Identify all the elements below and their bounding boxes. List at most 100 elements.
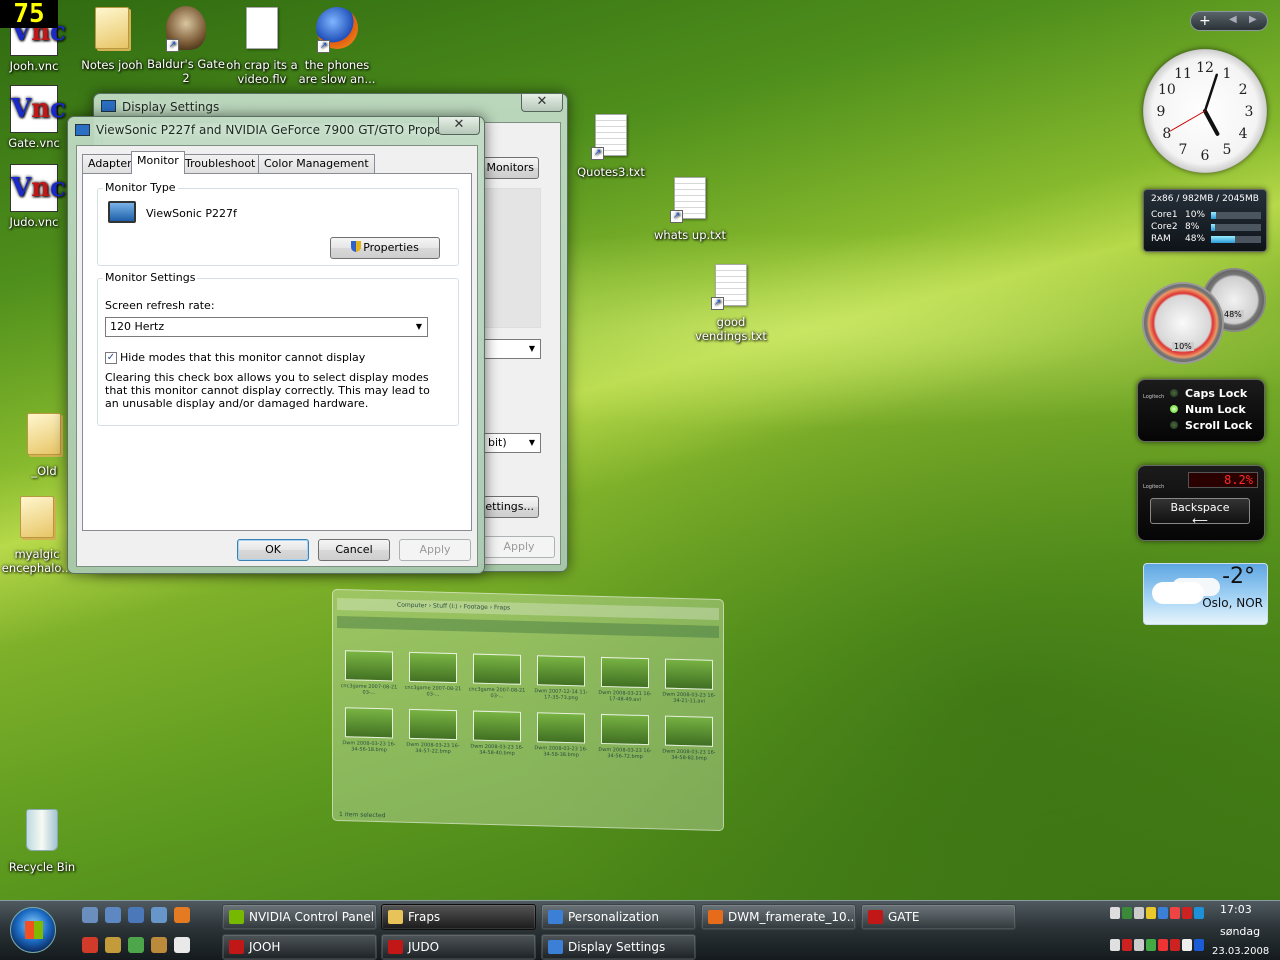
- notepad-icon[interactable]: [174, 937, 190, 953]
- tray-keyboard-icon[interactable]: [1182, 939, 1192, 951]
- monitor-properties-button[interactable]: Properties: [330, 237, 440, 259]
- identify-monitors-button[interactable]: Monitors: [483, 157, 539, 179]
- desktop-icon-label: whats up.txt: [654, 228, 726, 242]
- next-page-icon[interactable]: ▶: [1249, 14, 1257, 25]
- desktop-icon-whats-up[interactable]: ↗ whats up.txt: [651, 174, 729, 242]
- start-button[interactable]: [10, 907, 56, 953]
- apply-button[interactable]: Apply: [483, 536, 555, 558]
- app-icon: [548, 940, 563, 954]
- taskbar-button-personalization[interactable]: Personalization: [541, 904, 696, 930]
- desktop-icon-firefox-link[interactable]: ↗ the phones are slow an...: [298, 4, 376, 86]
- tab-color-management[interactable]: Color Management: [258, 154, 375, 173]
- monitor-properties-dialog[interactable]: ViewSonic P227f and NVIDIA GeForce 7900 …: [67, 116, 485, 574]
- clock-number: 7: [1179, 142, 1188, 158]
- dialog-body: Adapter Monitor Troubleshoot Color Manag…: [76, 145, 478, 567]
- color-depth-dropdown[interactable]: bit) ▼: [483, 433, 541, 453]
- taskbar-button-dwm-framerate-10[interactable]: DWM_framerate_10...: [701, 904, 856, 930]
- toolbar: [337, 615, 719, 639]
- desktop-icon-judo-vnc[interactable]: Vnc Judo.vnc: [0, 164, 73, 229]
- tray-shield-icon[interactable]: [1158, 939, 1168, 951]
- text-file-icon: ↗: [707, 264, 755, 312]
- desktop-icon-label: Jooh.vnc: [9, 59, 59, 73]
- file-thumbnail-icon: [537, 655, 585, 687]
- tray-battery-icon[interactable]: [1146, 939, 1156, 951]
- tab-monitor[interactable]: Monitor: [131, 151, 185, 174]
- firefox-icon[interactable]: [174, 907, 190, 923]
- desktop-icon-baldurs-gate[interactable]: ↗ Baldur's Gate 2: [147, 4, 225, 85]
- fraps-fps-counter: 75: [0, 0, 58, 28]
- taskbar-button-judo[interactable]: JUDO: [381, 934, 536, 960]
- thumbnail-file: Dwm 2008-03-23 16-34-58-38.bmp: [531, 712, 591, 759]
- flash-icon[interactable]: [82, 937, 98, 953]
- desktop-icon-good-vendings[interactable]: ↗ good vendings.txt: [692, 261, 770, 343]
- tab-troubleshoot[interactable]: Troubleshoot: [179, 154, 262, 173]
- previous-page-icon[interactable]: ◀: [1229, 14, 1237, 25]
- advanced-settings-button[interactable]: ettings...: [483, 496, 539, 518]
- backspace-gadget: Logitech 8.2% Backspace ⟵: [1137, 465, 1265, 541]
- close-button[interactable]: ✕: [438, 117, 480, 135]
- show-desktop-icon[interactable]: [82, 907, 98, 923]
- network-icon[interactable]: [151, 907, 167, 923]
- computer-icon[interactable]: [105, 907, 121, 923]
- monitor-icon[interactable]: [128, 907, 144, 923]
- tray-volume-icon[interactable]: [1110, 939, 1120, 951]
- tray-power-icon[interactable]: [1134, 939, 1144, 951]
- logitech-logo: Logitech: [1143, 484, 1165, 490]
- resolution-dropdown[interactable]: ▼: [483, 339, 541, 359]
- tray-sync-icon[interactable]: [1194, 907, 1204, 919]
- taskbar-button-jooh[interactable]: JOOH: [222, 934, 377, 960]
- paint-icon[interactable]: [128, 937, 144, 953]
- tools-icon[interactable]: [105, 937, 121, 953]
- tray-vnc-icon[interactable]: [1170, 939, 1180, 951]
- tray-alert-icon[interactable]: [1122, 939, 1132, 951]
- hide-modes-checkbox-row[interactable]: ✓ Hide modes that this monitor cannot di…: [105, 351, 365, 364]
- apply-button[interactable]: Apply: [399, 539, 471, 561]
- thumbnail-file: Dwm 2008-03-23 16-34-57-22.bmp: [403, 708, 463, 756]
- close-button[interactable]: ✕: [521, 94, 563, 112]
- hide-modes-checkbox[interactable]: ✓: [105, 351, 117, 364]
- tab-adapter[interactable]: Adapter: [82, 154, 138, 173]
- desktop-icon-myalgic[interactable]: myalgic encephalo...: [0, 493, 76, 575]
- weather-city: Oslo, NOR: [1202, 596, 1263, 610]
- group-legend: Monitor Type: [103, 181, 178, 194]
- meter-bar-fill: [1211, 236, 1235, 243]
- clock-day: søndag: [1220, 925, 1261, 938]
- taskbar-button-display-settings[interactable]: Display Settings: [541, 934, 696, 960]
- weather-gadget[interactable]: -2° Oslo, NOR: [1143, 563, 1268, 625]
- desktop-icon-recycle-bin[interactable]: Recycle Bin: [3, 806, 81, 874]
- meter-bar-fill: [1211, 224, 1215, 231]
- ram-gauge-value: 48%: [1222, 310, 1244, 319]
- clock-number: 3: [1245, 104, 1254, 120]
- taskbar-button-fraps[interactable]: Fraps: [381, 904, 536, 930]
- tray-folder-icon[interactable]: [1146, 907, 1156, 919]
- cancel-button[interactable]: Cancel: [318, 539, 390, 561]
- clock-minute-hand: [1203, 73, 1218, 113]
- add-gadget-icon[interactable]: +: [1199, 12, 1211, 30]
- taskbar-button-gate[interactable]: GATE: [861, 904, 1016, 930]
- tab-panel: Monitor Type ViewSonic P227f Properties …: [82, 173, 472, 531]
- tray-speaker-icon[interactable]: [1134, 907, 1144, 919]
- tray-nvidia-icon[interactable]: [1122, 907, 1132, 919]
- ok-button[interactable]: OK: [237, 539, 309, 561]
- desktop-icon-notes-jooh[interactable]: Notes jooh: [73, 4, 151, 72]
- chevron-down-icon: ▼: [415, 322, 423, 331]
- taskbar-button-nvidia-control-panel[interactable]: NVIDIA Control Panel: [222, 904, 377, 930]
- tray-messenger-icon[interactable]: [1158, 907, 1168, 919]
- media-icon[interactable]: [151, 937, 167, 953]
- desktop-icon-quotes3[interactable]: ↗ Quotes3.txt: [572, 111, 650, 179]
- clock-number: 2: [1239, 82, 1248, 98]
- tray-network-icon[interactable]: [1110, 907, 1120, 919]
- display-properties-icon: [75, 124, 90, 136]
- desktop-icon-gate-vnc[interactable]: Vnc Gate.vnc: [0, 85, 73, 150]
- refresh-rate-dropdown[interactable]: 120 Hertz ▼: [105, 317, 428, 337]
- desktop-icon-video-flv[interactable]: oh crap its a video.flv: [223, 4, 301, 86]
- refresh-rate-label: Screen refresh rate:: [105, 299, 215, 312]
- text-file-icon: ↗: [666, 177, 714, 225]
- tray-antivirus-icon[interactable]: [1170, 907, 1180, 919]
- desktop-icon-label: Baldur's Gate 2: [147, 57, 225, 85]
- clock-time[interactable]: 17:03: [1220, 903, 1252, 916]
- file-thumbnail-icon: [345, 707, 393, 739]
- tray-update-icon[interactable]: [1194, 939, 1204, 951]
- clock-gadget[interactable]: 12 1 2 3 4 5 6 7 8 9 10 11: [1143, 49, 1267, 173]
- tray-flag-icon[interactable]: [1182, 907, 1192, 919]
